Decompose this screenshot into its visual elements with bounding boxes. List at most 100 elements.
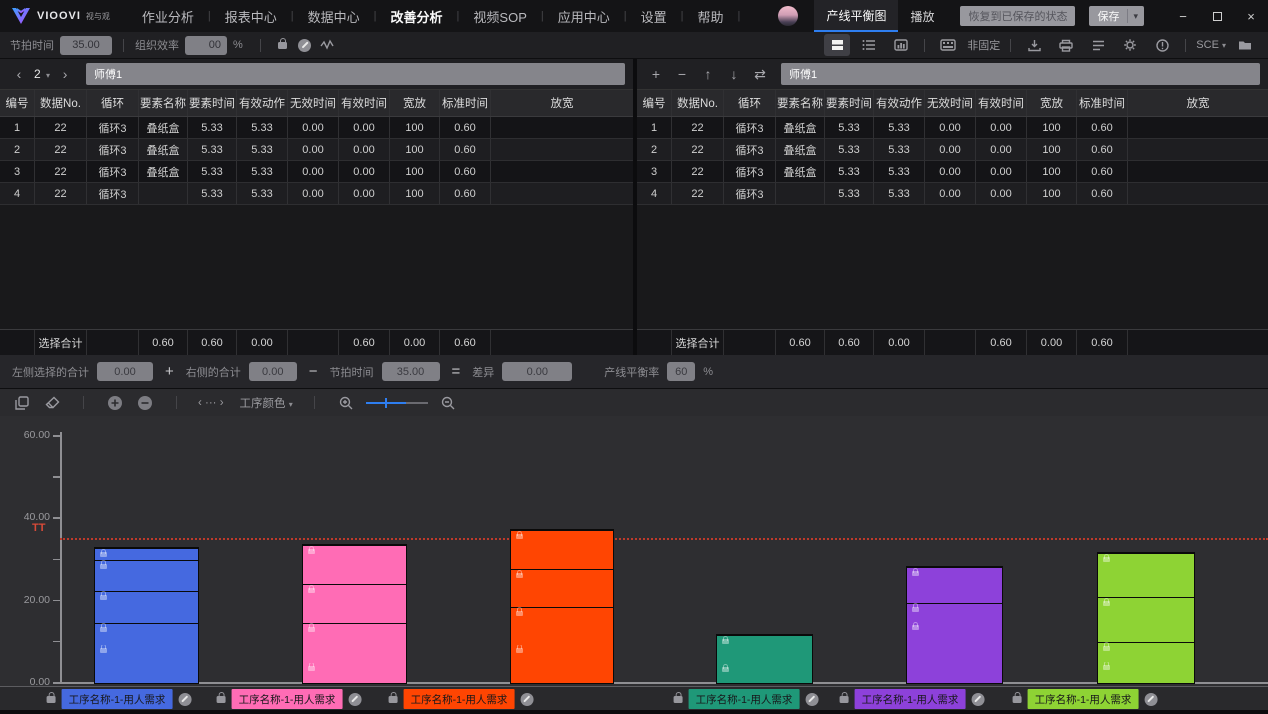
edit-icon[interactable] <box>178 692 192 706</box>
table-cell[interactable]: 22 <box>672 183 724 204</box>
table-cell[interactable] <box>491 117 633 138</box>
table-cell[interactable]: 0.00 <box>339 139 390 160</box>
table-cell[interactable]: 0.00 <box>925 117 976 138</box>
process-bar[interactable] <box>1097 552 1195 684</box>
bar-segment[interactable] <box>1098 661 1194 683</box>
table-cell[interactable]: 5.33 <box>237 117 288 138</box>
edit-icon[interactable] <box>520 692 534 706</box>
table-cell[interactable] <box>139 183 188 204</box>
table-cell[interactable]: 5.33 <box>874 139 925 160</box>
table-cell[interactable]: 循环3 <box>724 161 776 182</box>
table-cell[interactable]: 0.00 <box>339 117 390 138</box>
bar-segment[interactable] <box>303 622 406 663</box>
table-cell[interactable]: 5.33 <box>874 183 925 204</box>
table-cell[interactable]: 0.60 <box>440 183 491 204</box>
table-row[interactable]: 3 22 循环3 叠纸盒 5.33 5.33 0.00 0.00 100 0.60 <box>637 161 1268 183</box>
process-color-dropdown[interactable]: 工序颜色 ▾ <box>240 395 293 411</box>
table-cell[interactable] <box>1128 139 1268 160</box>
bar-segment[interactable] <box>1098 553 1194 598</box>
table-cell[interactable]: 循环3 <box>724 183 776 204</box>
table-cell[interactable]: 22 <box>35 161 87 182</box>
minimize-button[interactable]: − <box>1166 0 1200 32</box>
table-cell[interactable]: 0.00 <box>976 161 1027 182</box>
download-icon[interactable] <box>1021 34 1047 56</box>
lock-icon[interactable] <box>839 691 849 703</box>
table-cell[interactable] <box>491 161 633 182</box>
table-cell[interactable]: 2 <box>637 139 672 160</box>
edit-icon[interactable] <box>971 692 985 706</box>
lock-icon[interactable] <box>673 691 683 703</box>
magnify-plus-icon[interactable] <box>336 393 356 413</box>
menu-item[interactable]: 改善分析 <box>377 7 457 26</box>
table-cell[interactable]: 22 <box>672 161 724 182</box>
remove-row-icon[interactable]: − <box>671 66 693 82</box>
menu-item[interactable]: 应用中心 <box>544 7 624 26</box>
lock-icon[interactable] <box>1012 691 1022 703</box>
info-icon[interactable] <box>1149 34 1175 56</box>
gear-icon[interactable] <box>1117 34 1143 56</box>
table-row[interactable]: 4 22 循环3 5.33 5.33 0.00 0.00 100 0.60 <box>0 183 633 205</box>
lock-icon[interactable] <box>388 691 398 703</box>
right-operator-input[interactable] <box>781 63 1260 85</box>
table-row[interactable]: 1 22 循环3 叠纸盒 5.33 5.33 0.00 0.00 100 0.60 <box>0 117 633 139</box>
left-sum-input[interactable] <box>97 362 153 381</box>
list-view-icon[interactable] <box>856 34 882 56</box>
table-cell[interactable]: 5.33 <box>237 139 288 160</box>
table-cell[interactable]: 0.60 <box>1077 183 1128 204</box>
pulse-icon[interactable] <box>316 34 338 56</box>
table-cell[interactable]: 0.00 <box>976 139 1027 160</box>
table-cell[interactable]: 22 <box>672 139 724 160</box>
table-cell[interactable]: 循环3 <box>87 117 139 138</box>
table-cell[interactable]: 0.60 <box>440 161 491 182</box>
bar-segment[interactable] <box>717 663 812 683</box>
menu-item[interactable]: 视频SOP <box>459 7 540 26</box>
bar-segment[interactable] <box>511 606 613 645</box>
table-cell[interactable] <box>491 139 633 160</box>
close-button[interactable]: × <box>1234 0 1268 32</box>
table-cell[interactable]: 5.33 <box>188 183 237 204</box>
chart-zoom-slider[interactable] <box>365 397 428 409</box>
print-icon[interactable] <box>1053 34 1079 56</box>
table-cell[interactable]: 5.33 <box>188 161 237 182</box>
table-cell[interactable]: 0.00 <box>288 117 339 138</box>
save-button[interactable]: 保存 ▾ <box>1089 6 1144 26</box>
bar-segment[interactable] <box>95 548 198 560</box>
edit-icon[interactable] <box>348 692 362 706</box>
process-chip[interactable]: 工序名称-1-用人需求 <box>854 689 966 709</box>
save-caret-icon[interactable]: ▾ <box>1133 11 1144 22</box>
table-cell[interactable]: 100 <box>1027 139 1077 160</box>
table-cell[interactable]: 0.60 <box>440 139 491 160</box>
pager-dropdown[interactable]: 2 ▾ <box>34 67 50 81</box>
process-chip[interactable]: 工序名称-1-用人需求 <box>1027 689 1139 709</box>
process-bar[interactable] <box>510 529 614 684</box>
table-cell[interactable]: 循环3 <box>87 161 139 182</box>
table-cell[interactable]: 100 <box>1027 117 1077 138</box>
table-cell[interactable]: 22 <box>35 183 87 204</box>
bar-segment[interactable] <box>95 622 198 645</box>
table-cell[interactable]: 0.00 <box>976 117 1027 138</box>
table-cell[interactable]: 循环3 <box>87 139 139 160</box>
table-cell[interactable]: 0.00 <box>925 161 976 182</box>
table-cell[interactable]: 0.00 <box>339 161 390 182</box>
table-cell[interactable]: 2 <box>0 139 35 160</box>
zoom-in-circle-icon[interactable] <box>105 393 125 413</box>
table-cell[interactable]: 5.33 <box>825 161 874 182</box>
table-cell[interactable]: 0.60 <box>1077 117 1128 138</box>
pin-mode-label[interactable]: 非固定 <box>967 37 1000 53</box>
table-cell[interactable]: 叠纸盒 <box>139 139 188 160</box>
table-cell[interactable]: 0.00 <box>288 161 339 182</box>
process-chip[interactable]: 工序名称-1-用人需求 <box>231 689 343 709</box>
bar-segment[interactable] <box>511 569 613 607</box>
table-cell[interactable]: 1 <box>637 117 672 138</box>
restore-saved-state-button[interactable]: 恢复到已保存的状态 <box>960 6 1076 26</box>
layout-view-icon[interactable] <box>824 34 851 56</box>
table-row[interactable]: 2 22 循环3 叠纸盒 5.33 5.33 0.00 0.00 100 0.60 <box>0 139 633 161</box>
table-cell[interactable]: 22 <box>35 139 87 160</box>
table-cell[interactable]: 循环3 <box>724 139 776 160</box>
bar-segment[interactable] <box>303 584 406 623</box>
slider-handle[interactable] <box>384 397 387 408</box>
table-cell[interactable]: 100 <box>390 161 440 182</box>
bar-segment[interactable] <box>95 559 198 591</box>
bar-segment[interactable] <box>303 545 406 585</box>
table-cell[interactable]: 0.00 <box>925 139 976 160</box>
